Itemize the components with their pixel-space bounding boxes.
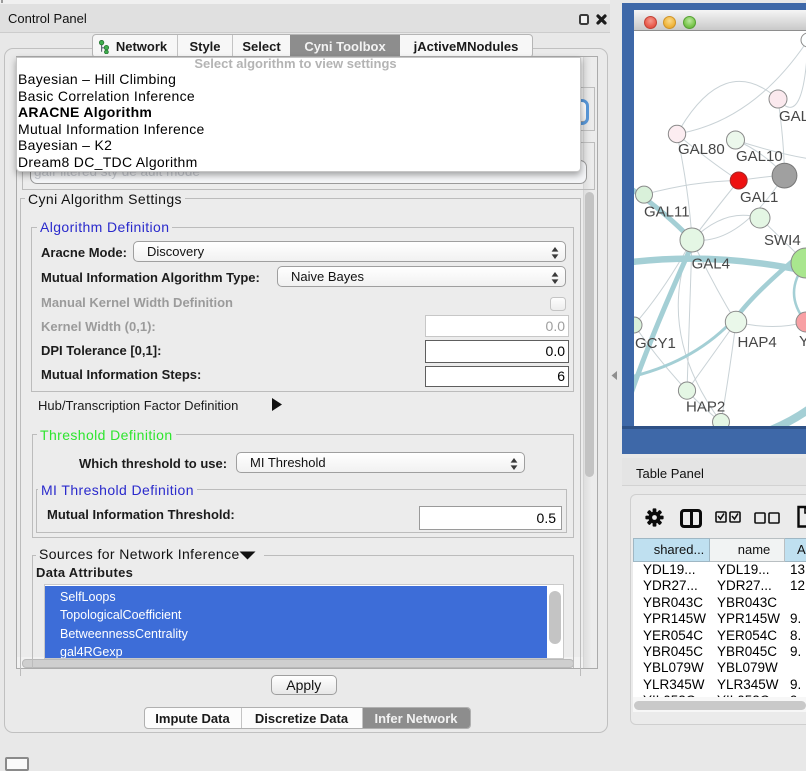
svg-text:GAL10: GAL10 — [736, 148, 783, 165]
svg-text:SWI4: SWI4 — [764, 232, 801, 249]
svg-text:GAL80: GAL80 — [678, 141, 725, 158]
svg-text:HAP4: HAP4 — [738, 334, 777, 351]
svg-text:GAL1: GAL1 — [740, 189, 778, 206]
svg-text:GAL2: GAL2 — [779, 108, 806, 125]
svg-text:Y: Y — [799, 333, 806, 350]
svg-text:HAP2: HAP2 — [686, 399, 725, 416]
svg-text:GCY1: GCY1 — [635, 335, 676, 352]
svg-text:GAL4: GAL4 — [692, 256, 730, 273]
svg-text:GAL11: GAL11 — [644, 204, 690, 221]
